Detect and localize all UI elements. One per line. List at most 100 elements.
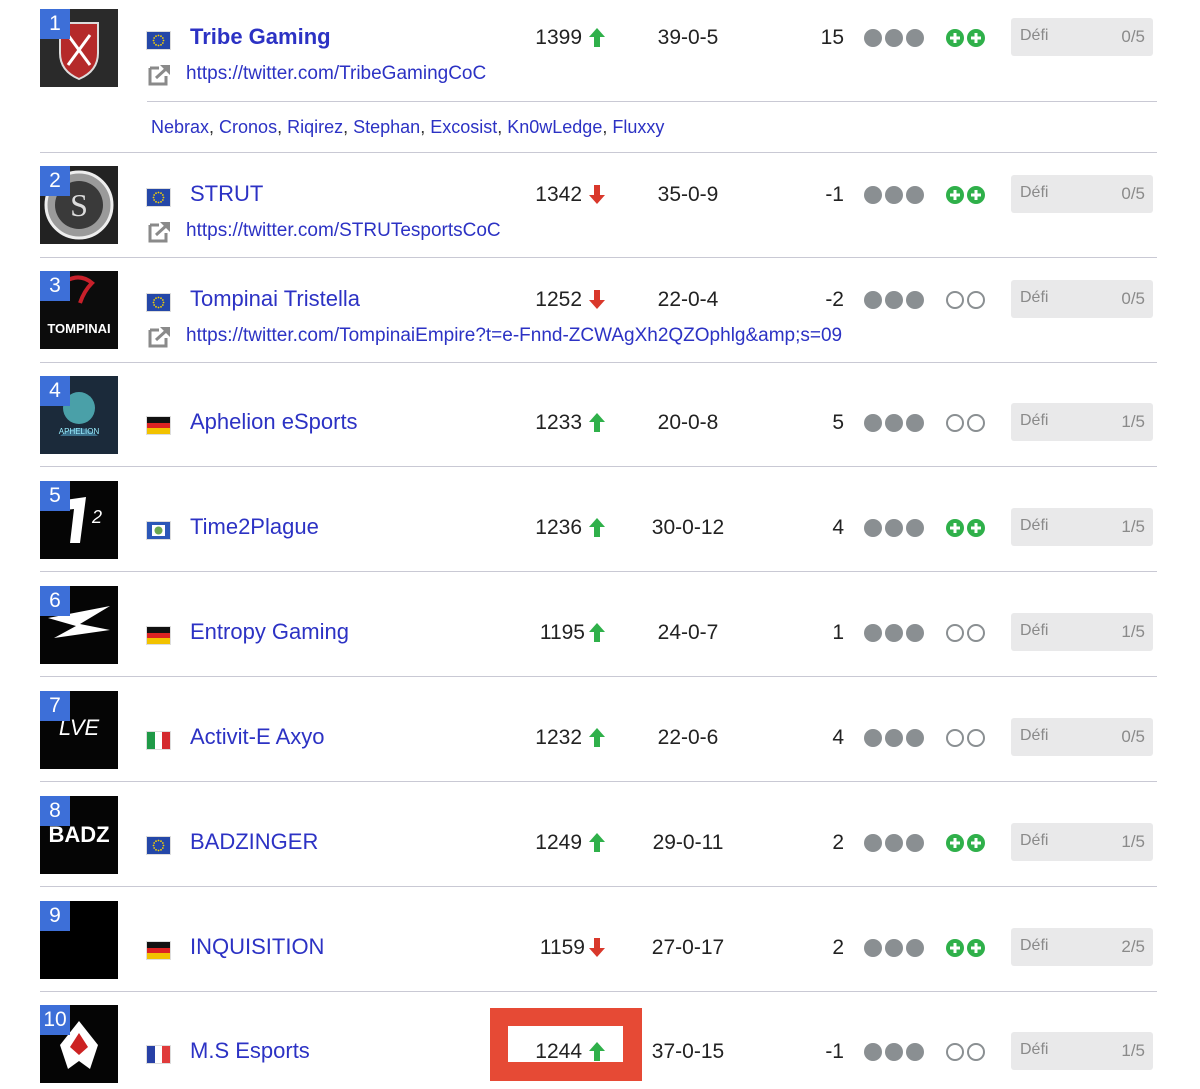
- recent-results-dots: [863, 290, 925, 315]
- challenge-count: 1/5: [1121, 517, 1145, 536]
- win-loss-record: 22-0-6: [657, 726, 719, 749]
- elo-rating: 1252: [535, 288, 582, 311]
- france-flag: [147, 1046, 170, 1063]
- empty-slots-icon: [945, 623, 987, 648]
- team-name-link[interactable]: Tompinai Tristella: [190, 286, 360, 312]
- trend-down-arrow-icon: [588, 937, 606, 963]
- row-divider: [40, 886, 1157, 887]
- team-name-link[interactable]: Time2Plague: [190, 514, 319, 540]
- add-challenge-icon[interactable]: [945, 518, 987, 543]
- add-challenge-icon[interactable]: [945, 185, 987, 210]
- challenge-label: Défi: [1020, 727, 1049, 744]
- player-list: Nebrax, Cronos, Riqirez, Stephan, Excosi…: [151, 117, 664, 138]
- row-divider: [40, 781, 1157, 782]
- rank-badge: 6: [40, 586, 70, 616]
- challenge-button[interactable]: Défi 1/5: [1011, 823, 1153, 861]
- win-loss-record: 37-0-15: [651, 1040, 725, 1063]
- player-link[interactable]: Cronos: [219, 117, 277, 137]
- challenge-button[interactable]: Défi 0/5: [1011, 18, 1153, 56]
- challenge-button[interactable]: Défi 1/5: [1011, 1032, 1153, 1070]
- rank-badge: 10: [40, 1005, 70, 1035]
- rank-badge: 2: [40, 166, 70, 196]
- player-separator: ,: [602, 117, 613, 137]
- challenge-button[interactable]: Défi 0/5: [1011, 718, 1153, 756]
- team-name-link[interactable]: Entropy Gaming: [190, 619, 349, 645]
- svg-text:TOMPINAI: TOMPINAI: [47, 321, 110, 336]
- recent-results-dots: [863, 833, 925, 858]
- trend-up-arrow-icon: [588, 27, 606, 53]
- challenge-button[interactable]: Défi 1/5: [1011, 403, 1153, 441]
- win-loss-record: 35-0-9: [657, 183, 719, 206]
- recent-results-dots: [863, 1042, 925, 1067]
- germany-flag: [147, 942, 170, 959]
- score-diff: 2: [832, 831, 844, 854]
- italy-flag: [147, 732, 170, 749]
- challenge-button[interactable]: Défi 0/5: [1011, 175, 1153, 213]
- score-diff: 1: [832, 621, 844, 644]
- elo-rating: 1244: [535, 1040, 582, 1063]
- challenge-label: Défi: [1020, 517, 1049, 534]
- svg-text:2: 2: [91, 507, 102, 527]
- player-link[interactable]: Nebrax: [151, 117, 209, 137]
- recent-results-dots: [863, 728, 925, 753]
- trend-up-arrow-icon: [588, 1041, 606, 1067]
- rank-badge: 3: [40, 271, 70, 301]
- world-flag: [147, 522, 170, 539]
- recent-results-dots: [863, 413, 925, 438]
- trend-down-arrow-icon: [588, 289, 606, 315]
- challenge-button[interactable]: Défi 2/5: [1011, 928, 1153, 966]
- score-diff: 2: [832, 936, 844, 959]
- recent-results-dots: [863, 518, 925, 543]
- challenge-button[interactable]: Défi 1/5: [1011, 613, 1153, 651]
- player-link[interactable]: Kn0wLedge: [507, 117, 602, 137]
- row-divider: [40, 676, 1157, 677]
- score-diff: 4: [832, 726, 844, 749]
- challenge-count: 0/5: [1121, 184, 1145, 203]
- rank-badge: 7: [40, 691, 70, 721]
- challenge-label: Défi: [1020, 937, 1049, 954]
- svg-text:S: S: [70, 187, 88, 223]
- team-name-link[interactable]: Aphelion eSports: [190, 409, 358, 435]
- elo-rating: 1236: [535, 516, 582, 539]
- row-divider: [40, 571, 1157, 572]
- player-link[interactable]: Excosist: [430, 117, 497, 137]
- recent-results-dots: [863, 185, 925, 210]
- row-divider: [40, 257, 1157, 258]
- add-challenge-icon[interactable]: [945, 28, 987, 53]
- challenge-label: Défi: [1020, 27, 1049, 44]
- player-link[interactable]: Riqirez: [287, 117, 343, 137]
- elo-rating: 1399: [535, 26, 582, 49]
- team-name-link[interactable]: M.S Esports: [190, 1038, 310, 1064]
- twitter-link[interactable]: https://twitter.com/TompinaiEmpire?t=e-F…: [186, 325, 842, 347]
- challenge-count: 1/5: [1121, 832, 1145, 851]
- score-diff: 4: [832, 516, 844, 539]
- player-link[interactable]: Stephan: [353, 117, 420, 137]
- team-name-link[interactable]: Tribe Gaming: [190, 24, 331, 50]
- external-link-icon[interactable]: [147, 324, 173, 353]
- row-divider: [40, 466, 1157, 467]
- row-divider: [40, 991, 1157, 992]
- add-challenge-icon[interactable]: [945, 938, 987, 963]
- challenge-label: Défi: [1020, 184, 1049, 201]
- player-link[interactable]: Fluxxy: [612, 117, 664, 137]
- empty-slots-icon: [945, 290, 987, 315]
- challenge-button[interactable]: Défi 0/5: [1011, 280, 1153, 318]
- team-name-link[interactable]: INQUISITION: [190, 934, 324, 960]
- team-name-link[interactable]: Activit-E Axyo: [190, 724, 324, 750]
- team-name-link[interactable]: BADZINGER: [190, 829, 318, 855]
- add-challenge-icon[interactable]: [945, 833, 987, 858]
- eu-flag: [147, 837, 170, 854]
- external-link-icon[interactable]: [147, 219, 173, 248]
- challenge-label: Défi: [1020, 412, 1049, 429]
- recent-results-dots: [863, 623, 925, 648]
- rank-badge: 8: [40, 796, 70, 826]
- challenge-button[interactable]: Défi 1/5: [1011, 508, 1153, 546]
- twitter-link[interactable]: https://twitter.com/STRUTesportsCoC: [186, 220, 501, 242]
- team-name-link[interactable]: STRUT: [190, 181, 263, 207]
- score-diff: 5: [832, 411, 844, 434]
- twitter-link[interactable]: https://twitter.com/TribeGamingCoC: [186, 63, 486, 85]
- row-divider: [40, 362, 1157, 363]
- eu-flag: [147, 189, 170, 206]
- elo-rating: 1195: [539, 621, 585, 644]
- external-link-icon[interactable]: [147, 62, 173, 91]
